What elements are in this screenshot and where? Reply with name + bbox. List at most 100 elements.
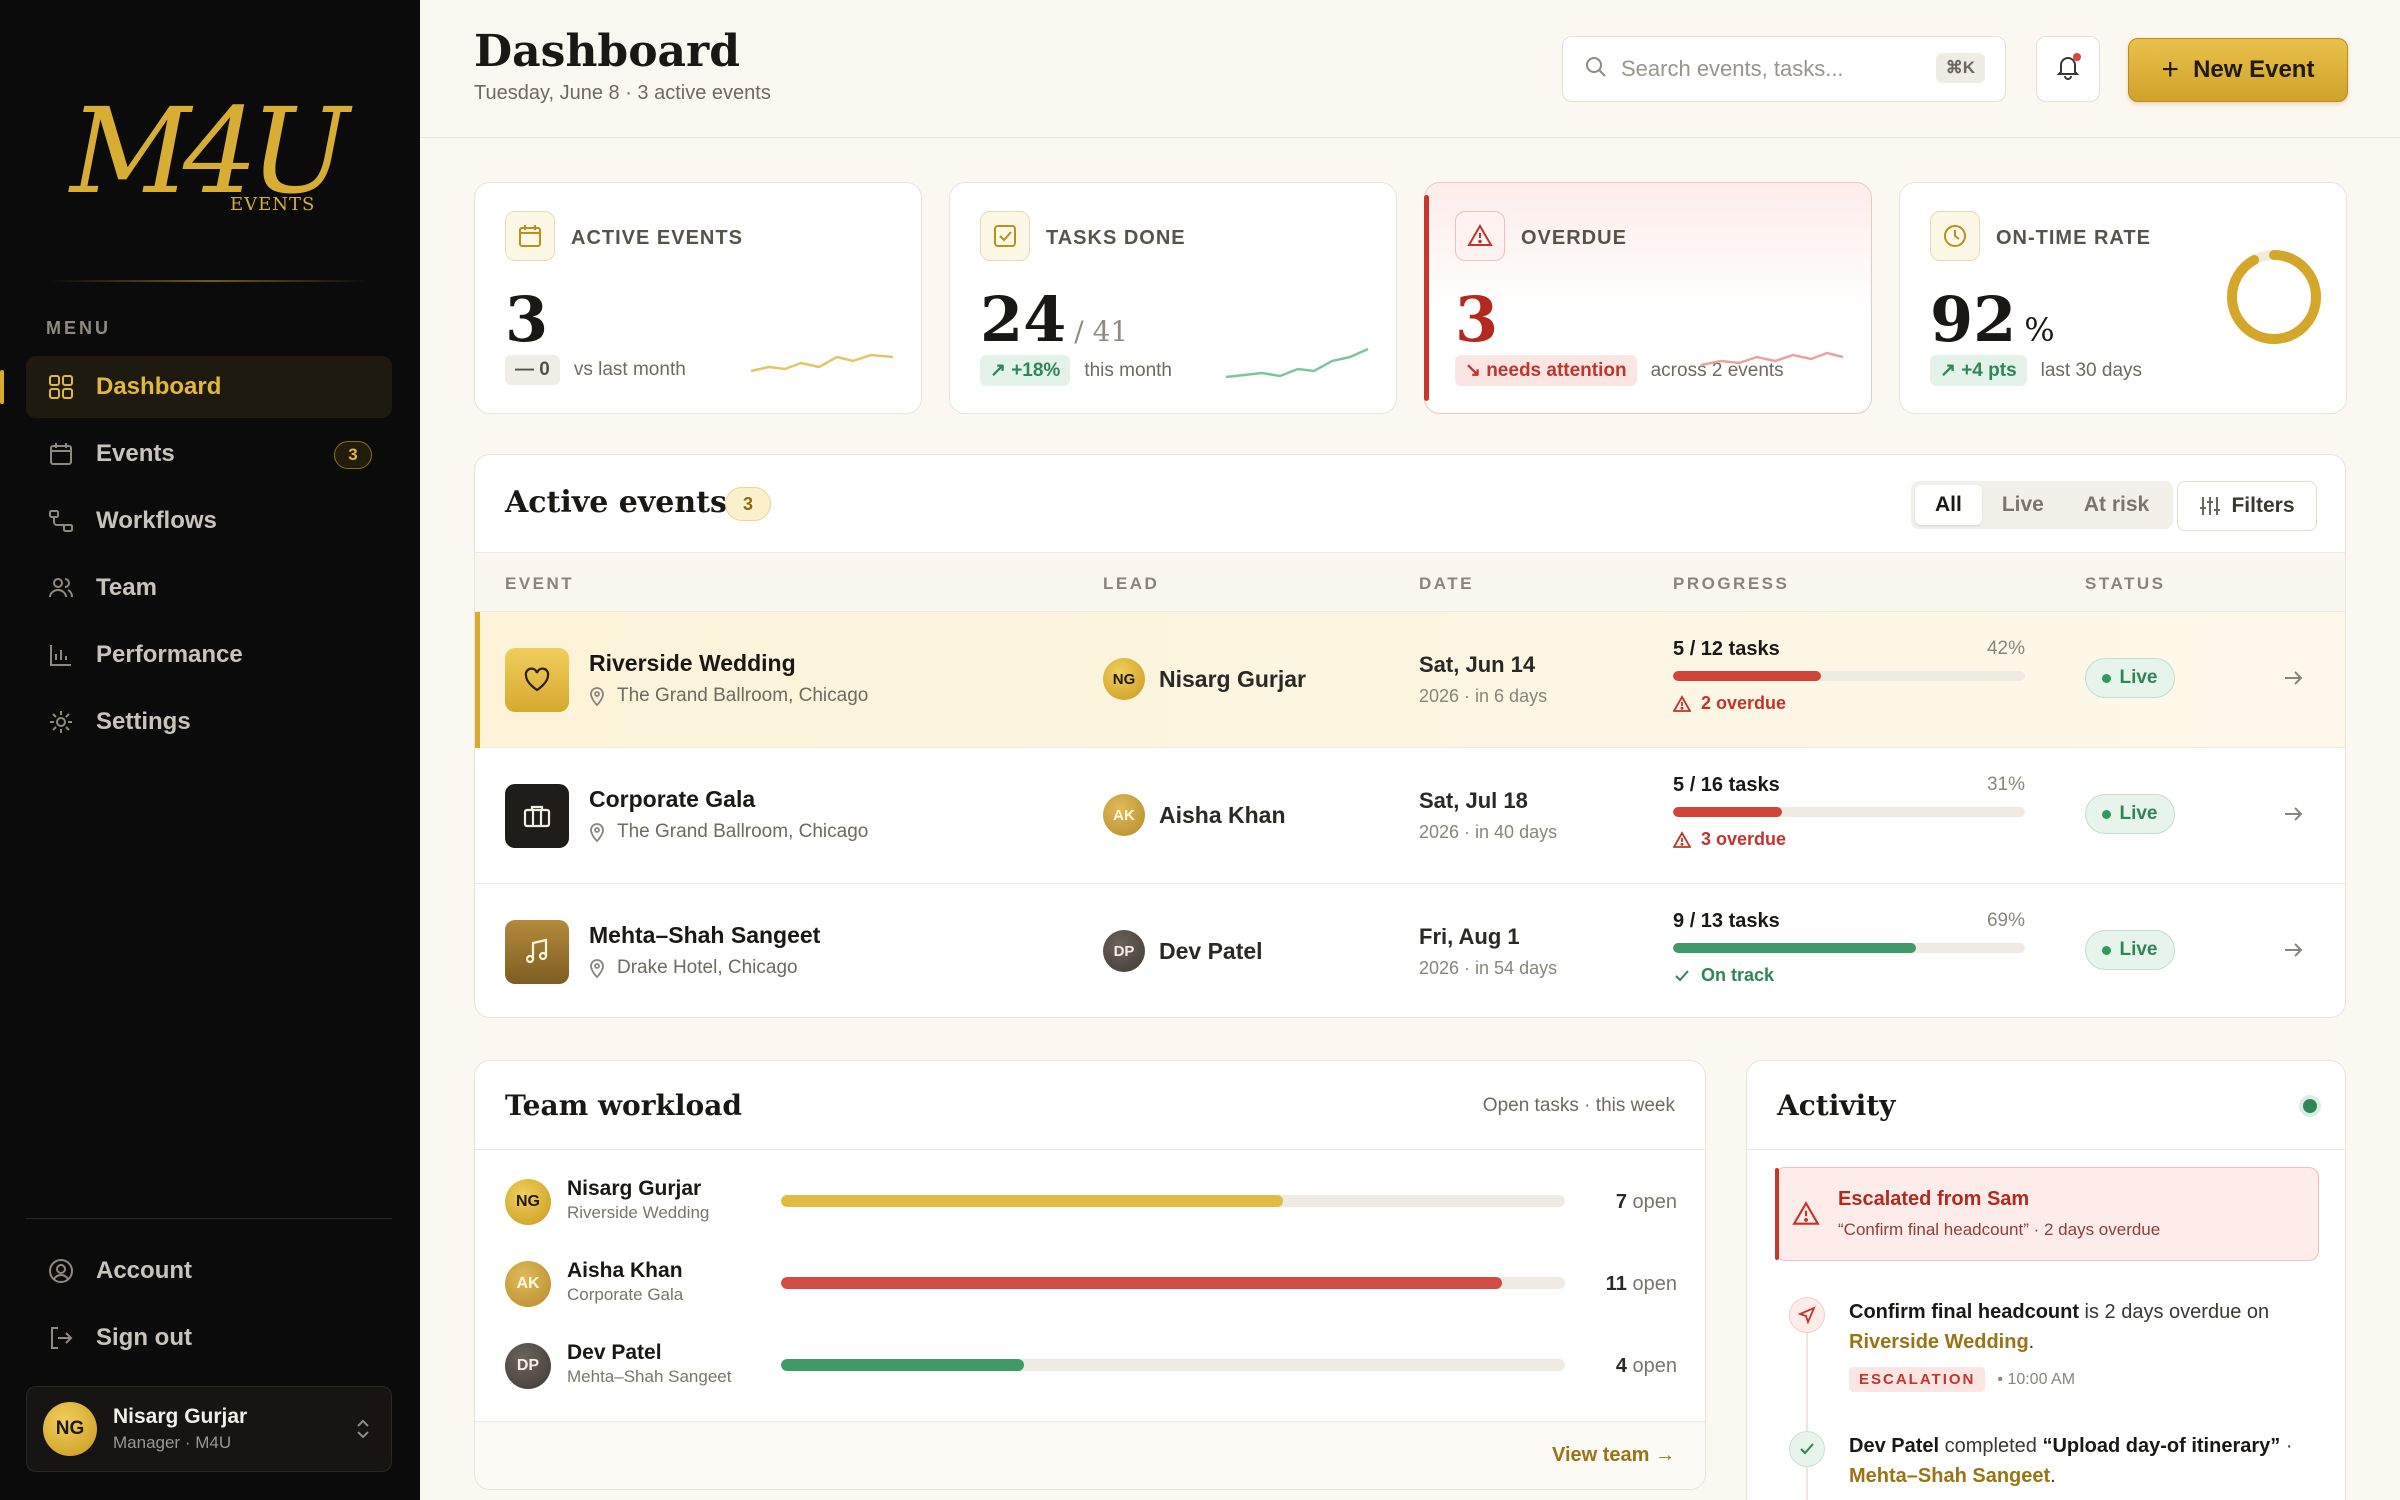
warning-icon bbox=[1455, 211, 1505, 261]
activity-time: • 10:00 AM bbox=[1997, 1370, 2076, 1388]
briefcase-icon bbox=[505, 784, 569, 848]
stat-card-active-events[interactable]: ACTIVE EVENTS 3 — 0 vs last month bbox=[474, 182, 922, 414]
stat-total: / 41 bbox=[1074, 315, 1129, 348]
panel-title: Team workload bbox=[505, 1089, 742, 1122]
open-count: 11 open bbox=[1606, 1273, 1677, 1296]
live-dot bbox=[2102, 809, 2112, 819]
nav-item-sign-out[interactable]: Sign out bbox=[26, 1307, 392, 1369]
user-role: Manager · M4U bbox=[113, 1433, 232, 1452]
new-event-button[interactable]: + New Event bbox=[2128, 38, 2348, 102]
list-item[interactable]: NG Nisarg Gurjar Riverside Wedding 7 ope… bbox=[505, 1171, 1677, 1231]
stat-card-tasks-done[interactable]: TASKS DONE 24/ 41 ↗ +18% this month bbox=[949, 182, 1397, 414]
task-count: 5 / 16 tasks bbox=[1673, 774, 1780, 797]
svg-text:EVENTS: EVENTS bbox=[230, 194, 315, 215]
segment-all[interactable]: All bbox=[1915, 485, 1982, 525]
status-badge: Live bbox=[2085, 794, 2175, 834]
view-team-link[interactable]: View team → bbox=[1552, 1444, 1675, 1467]
search-input[interactable] bbox=[1621, 56, 1921, 82]
column-header-progress[interactable]: PROGRESS bbox=[1673, 574, 1789, 594]
user-name: Nisarg Gurjar bbox=[113, 1405, 248, 1428]
escalation-title: Escalated from Sam bbox=[1838, 1188, 2030, 1210]
nav-item-events[interactable]: Events 3 bbox=[26, 423, 392, 485]
nav-label: Events bbox=[96, 440, 175, 467]
table-header: EVENT LEAD DATE PROGRESS STATUS bbox=[475, 552, 2345, 612]
open-label: open bbox=[1632, 1355, 1678, 1377]
page-subtitle: Tuesday, June 8 · 3 active events bbox=[474, 82, 771, 104]
stat-footer: — 0 vs last month bbox=[505, 355, 686, 385]
event-name[interactable]: Riverside Wedding bbox=[589, 650, 796, 677]
status-text: Live bbox=[2119, 803, 2158, 824]
list-item[interactable]: DP Dev Patel Mehta–Shah Sangeet 4 open bbox=[505, 1335, 1677, 1395]
m4u-logo[interactable]: M4U EVENTS bbox=[60, 60, 361, 220]
tasks-total: / 13 tasks bbox=[1689, 910, 1780, 932]
arrow-right-icon[interactable] bbox=[2281, 666, 2305, 690]
member-event: Riverside Wedding bbox=[567, 1203, 710, 1222]
status-text: Live bbox=[2119, 667, 2158, 688]
arrow-right-icon[interactable] bbox=[2281, 802, 2305, 826]
stat-note: vs last month bbox=[573, 359, 686, 380]
avatar: NG bbox=[1103, 658, 1145, 700]
search-box[interactable]: ⌘K bbox=[1562, 36, 2006, 102]
column-header-lead[interactable]: LEAD bbox=[1103, 574, 1159, 594]
workload-bar bbox=[781, 1277, 1565, 1289]
escalation-alert[interactable]: Escalated from Sam “Confirm final headco… bbox=[1775, 1167, 2319, 1261]
member-event: Mehta–Shah Sangeet bbox=[567, 1367, 732, 1386]
member-event: Corporate Gala bbox=[567, 1285, 684, 1304]
table-row[interactable]: Corporate Gala The Grand Ballroom, Chica… bbox=[475, 748, 2345, 884]
stat-card-on-time-rate[interactable]: ON-TIME RATE 92% ↗ +4 pts last 30 days bbox=[1899, 182, 2347, 414]
warning-icon bbox=[1673, 830, 1691, 848]
stat-value: 92% bbox=[1930, 283, 2055, 356]
stat-value: 3 bbox=[505, 283, 549, 356]
user-switcher[interactable]: NG Nisarg Gurjar Manager · M4U bbox=[26, 1386, 392, 1472]
progress-bar bbox=[1673, 807, 2025, 817]
event-link[interactable]: Mehta–Shah Sangeet bbox=[1849, 1465, 2050, 1487]
filters-button[interactable]: Filters bbox=[2177, 481, 2317, 531]
notifications-button[interactable] bbox=[2036, 36, 2100, 102]
send-icon bbox=[1789, 1297, 1825, 1333]
event-name[interactable]: Corporate Gala bbox=[589, 786, 755, 813]
list-item[interactable]: AK Aisha Khan Corporate Gala 11 open bbox=[505, 1253, 1677, 1313]
column-header-event[interactable]: EVENT bbox=[505, 574, 574, 594]
event-date-sub: 2026 · in 6 days bbox=[1419, 686, 1548, 706]
event-lead: NG Nisarg Gurjar bbox=[1103, 658, 1306, 700]
stat-footer: ↗ +4 pts last 30 days bbox=[1930, 355, 2142, 386]
pin-icon bbox=[590, 823, 604, 842]
column-header-status[interactable]: STATUS bbox=[2085, 574, 2165, 594]
escalation-subtitle: “Confirm final headcount” · 2 days overd… bbox=[1838, 1220, 2161, 1239]
status-text: Live bbox=[2119, 939, 2158, 960]
page-title: Dashboard bbox=[474, 26, 740, 77]
nav-item-dashboard[interactable]: Dashboard bbox=[0, 356, 392, 418]
overdue-note: 2 overdue bbox=[1673, 693, 2025, 714]
nav-item-performance[interactable]: Performance bbox=[26, 624, 392, 686]
note-text: 3 overdue bbox=[1701, 829, 1787, 849]
tasks-total: / 16 tasks bbox=[1689, 774, 1780, 796]
menu-label: MENU bbox=[46, 318, 111, 338]
nav-item-workflows[interactable]: Workflows bbox=[26, 490, 392, 552]
escalation-tag: ESCALATION bbox=[1849, 1367, 1986, 1392]
workload-fill bbox=[781, 1195, 1283, 1207]
segment-at-risk[interactable]: At risk bbox=[2064, 485, 2169, 525]
nav-item-account[interactable]: Account bbox=[26, 1240, 392, 1302]
stat-card-overdue[interactable]: OVERDUE 3 ↘ needs attention across 2 eve… bbox=[1424, 182, 1872, 414]
shortcut-hint: ⌘K bbox=[1935, 53, 1985, 83]
activity-actor: Dev Patel bbox=[1849, 1435, 1940, 1457]
event-date: Sat, Jul 18 bbox=[1419, 788, 1528, 813]
open-number: 4 bbox=[1615, 1355, 1627, 1377]
event-link[interactable]: Riverside Wedding bbox=[1849, 1331, 2029, 1353]
column-header-date[interactable]: DATE bbox=[1419, 574, 1474, 594]
top-header: Dashboard Tuesday, June 8 · 3 active eve… bbox=[420, 0, 2400, 138]
event-name[interactable]: Mehta–Shah Sangeet bbox=[589, 922, 820, 949]
segment-live[interactable]: Live bbox=[1982, 485, 2064, 525]
nav-item-team[interactable]: Team bbox=[26, 557, 392, 619]
table-row[interactable]: Mehta–Shah Sangeet Drake Hotel, Chicago … bbox=[475, 884, 2345, 1017]
open-label: open bbox=[1632, 1273, 1678, 1295]
progress-summary: 5 / 16 tasks 31% bbox=[1673, 774, 2025, 797]
check-icon bbox=[1675, 969, 1689, 981]
nav-item-settings[interactable]: Settings bbox=[26, 691, 392, 753]
open-number: 7 bbox=[1615, 1191, 1627, 1213]
chart-icon bbox=[46, 640, 76, 670]
note-text: On track bbox=[1701, 965, 1775, 985]
arrow-right-icon[interactable] bbox=[2281, 938, 2305, 962]
table-row[interactable]: Riverside Wedding The Grand Ballroom, Ch… bbox=[475, 612, 2345, 748]
progress-fill bbox=[1673, 671, 1821, 681]
